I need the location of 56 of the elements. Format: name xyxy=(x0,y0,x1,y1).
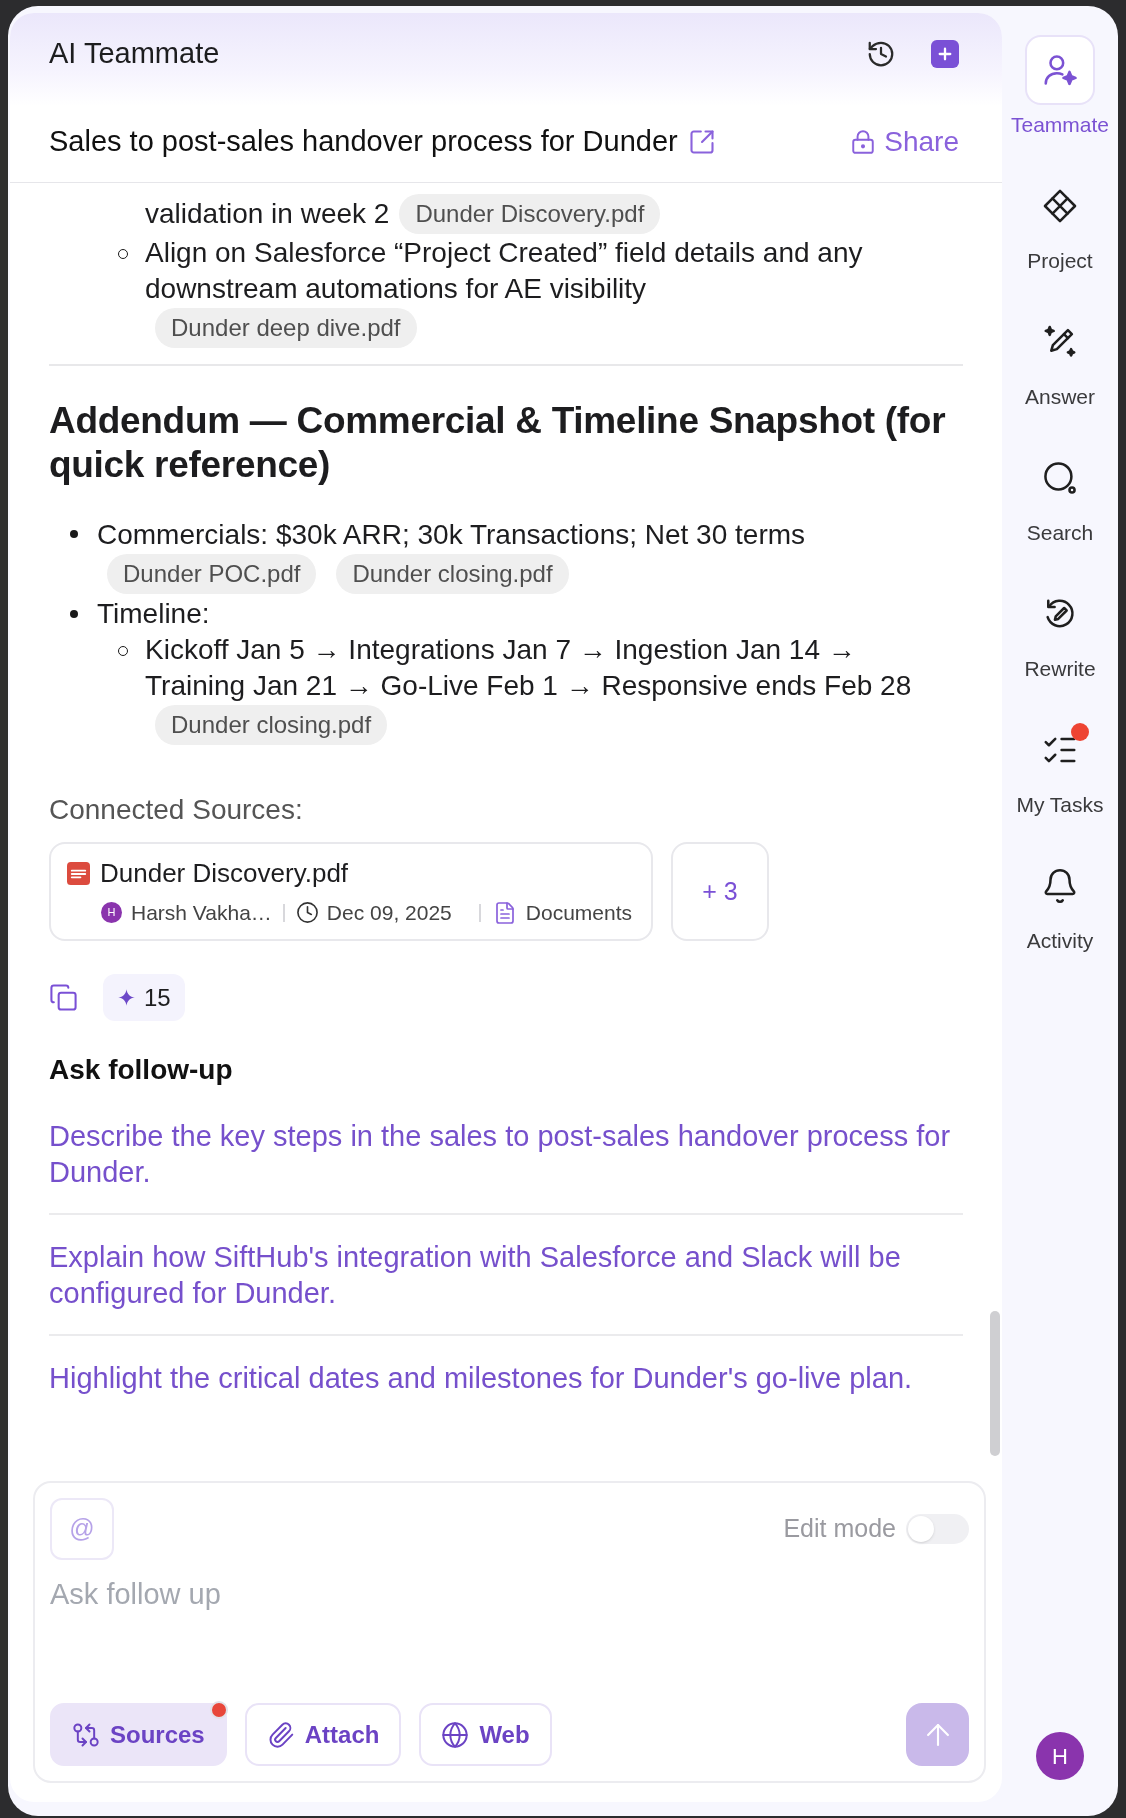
citation-chip[interactable]: Dunder deep dive.pdf xyxy=(155,308,417,348)
lock-icon xyxy=(850,129,877,155)
edit-mode-toggle[interactable] xyxy=(906,1514,969,1544)
source-date: Dec 09, 2025 xyxy=(326,900,452,927)
owner-avatar: H xyxy=(101,902,122,924)
sources-button[interactable]: Sources xyxy=(50,1703,227,1766)
source-file-name: Dunder Discovery.pdf xyxy=(100,857,349,890)
globe-icon xyxy=(441,1720,470,1749)
web-button[interactable]: Web xyxy=(419,1703,552,1766)
section-heading: Addendum — Commercial & Timeline Snapshot (for quick reference) xyxy=(49,399,947,487)
citation-chip[interactable]: Dunder POC.pdf xyxy=(107,553,317,594)
new-chat-icon[interactable] xyxy=(931,40,959,68)
pdf-file-icon xyxy=(67,861,90,885)
attach-button[interactable]: Attach xyxy=(244,1703,402,1766)
message-input[interactable]: Ask follow up xyxy=(50,1576,969,1693)
follow-up-heading: Ask follow-up xyxy=(49,1053,234,1088)
history-icon[interactable] xyxy=(866,39,896,69)
message-composer[interactable]: @ Edit mode Ask follow up Sources Attach Web xyxy=(33,1481,986,1783)
connected-sources-label: Connected Sources: xyxy=(49,793,304,828)
sidebar-item[interactable]: Activity xyxy=(1002,851,1118,953)
list-item-text: Kickoff Jan 5 → Integrations Jan 7 → Ingestion Jan 14 → Training Jan 21 → Go-Live Feb 1 → Responsive ends Feb 28 xyxy=(145,633,913,704)
citation-chip[interactable]: Dunder closing.pdf xyxy=(155,705,388,746)
diamond-grid-icon xyxy=(1041,187,1079,225)
source-card[interactable]: Dunder Discovery.pdf H Harsh Vakha… Dec 09, 2025 Documents xyxy=(49,842,653,942)
external-link-icon[interactable] xyxy=(687,128,716,156)
window-title: AI Teammate xyxy=(49,36,220,72)
sidebar-item[interactable]: Search xyxy=(1002,443,1118,545)
citation-chip[interactable]: Dunder Discovery.pdf xyxy=(399,194,661,234)
source-owner: Harsh Vakha… xyxy=(131,900,272,927)
credits-count: 15 xyxy=(144,982,171,1013)
branch-arrows-icon xyxy=(72,1720,100,1749)
follow-up-suggestion[interactable]: Highlight the critical dates and milestones for Dunder's go-live plan. xyxy=(49,1360,913,1397)
sidebar-item[interactable]: My Tasks xyxy=(1002,715,1118,817)
sidebar-item[interactable]: Answer xyxy=(1002,307,1118,409)
follow-up-suggestion[interactable]: Explain how SiftHub's integration with Salesforce and Slack will be configured for Dunder. xyxy=(49,1239,963,1312)
sparkle-icon xyxy=(117,988,136,1008)
follow-up-suggestion[interactable]: Describe the key steps in the sales to post-sales handover process for Dunder. xyxy=(49,1118,963,1191)
list-item-text: validation in week 2 xyxy=(145,197,390,231)
user-avatar[interactable]: H xyxy=(1036,1732,1084,1780)
search-icon xyxy=(1041,459,1079,497)
clock-icon xyxy=(295,901,319,925)
citation-chip[interactable]: Dunder closing.pdf xyxy=(336,553,569,594)
list-item-text: Align on Salesforce “Project Created” field details and any downstream automations for AE visibility xyxy=(145,236,864,306)
sidebar-item[interactable]: Teammate xyxy=(1002,35,1118,137)
scrollbar-thumb[interactable] xyxy=(990,1311,1000,1456)
conversation-title: Sales to post-sales handover process for Dunder xyxy=(49,124,678,160)
edit-mode-label: Edit mode xyxy=(783,1513,896,1545)
source-type: Documents xyxy=(525,900,632,927)
share-button[interactable]: Share xyxy=(850,121,959,163)
sidebar-item[interactable]: Rewrite xyxy=(1002,579,1118,681)
sidebar-item[interactable]: Project xyxy=(1002,171,1118,273)
list-item-text: Timeline: xyxy=(97,597,210,632)
copy-icon[interactable] xyxy=(49,983,78,1013)
user-sparkle-icon xyxy=(1025,35,1095,105)
list-item-text: Commercials: $30k ARR; 30k Transactions; Net 30 terms xyxy=(97,517,806,552)
more-sources-button[interactable]: + 3 xyxy=(671,842,769,942)
